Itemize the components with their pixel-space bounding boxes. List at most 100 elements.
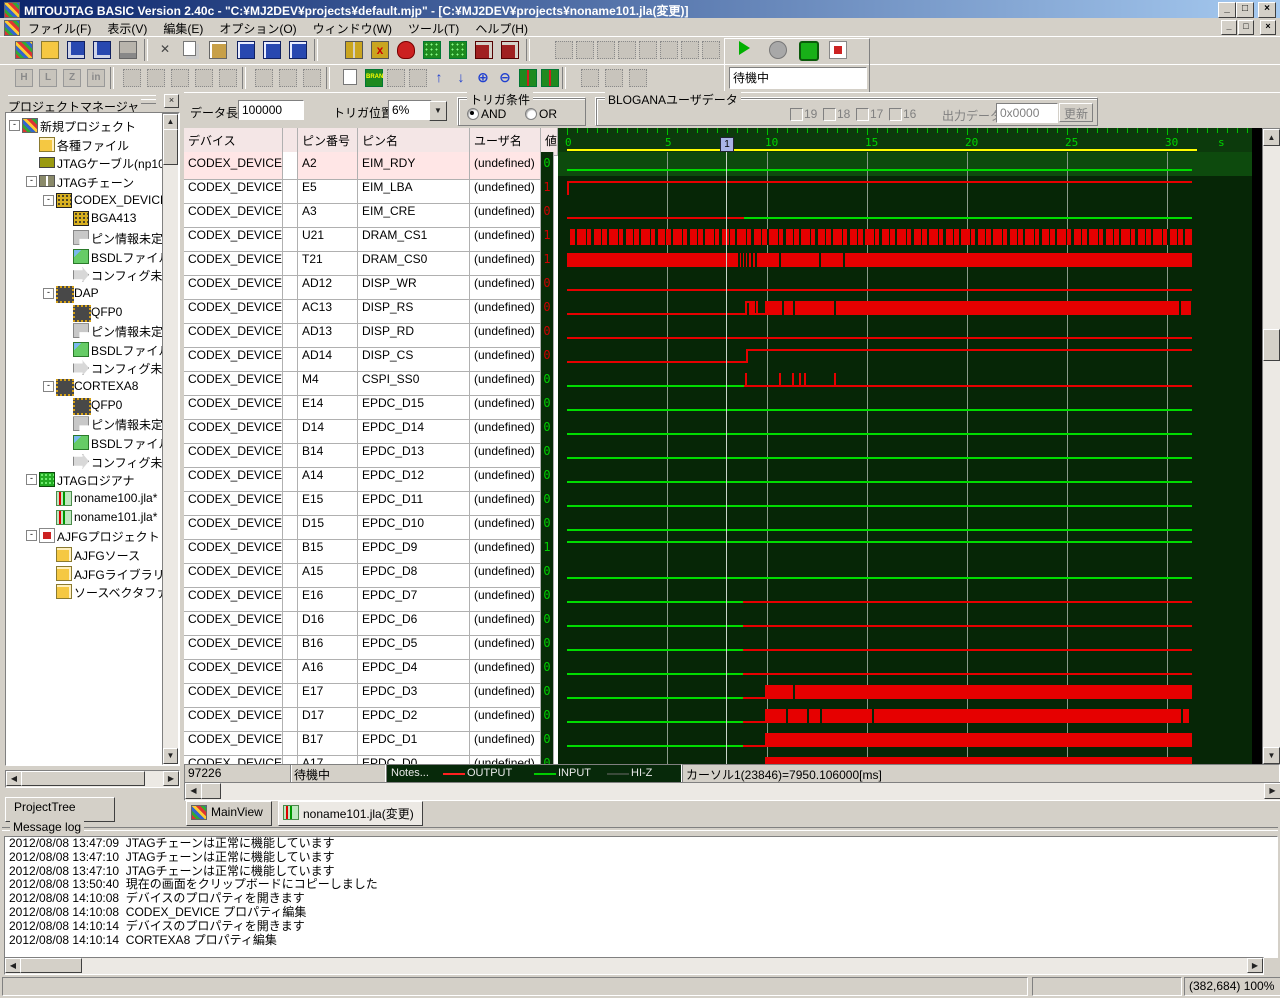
save-file-button[interactable] [64, 38, 88, 62]
output-data-input[interactable]: 0x0000 [996, 103, 1058, 123]
tree-expand-icon[interactable]: - [26, 530, 37, 542]
tree-item-label[interactable]: CORTEXA8 [74, 379, 138, 393]
tree-expand-icon[interactable]: - [43, 381, 54, 393]
tree-item[interactable]: BSDLファイル参照 [6, 340, 179, 358]
wave-hscroll-thumb[interactable] [201, 783, 221, 799]
new-waveform-button[interactable] [340, 66, 364, 90]
blogana-bit-16-checkbox[interactable] [889, 108, 902, 121]
add-connection-button[interactable] [472, 38, 496, 62]
tree-item-label[interactable]: JTAGチェーン [57, 174, 134, 191]
tree-scroll-left-icon[interactable]: ◀ [6, 771, 22, 786]
zoom-out-button[interactable]: ⊖ [494, 66, 518, 90]
tree-item[interactable]: AJFGライブラリファイル [6, 564, 179, 582]
tree-item-label[interactable]: AJFGプロジェクト [57, 528, 160, 545]
pen2-disabled-button[interactable] [602, 66, 626, 90]
tab-projecttree[interactable]: ProjectTree [5, 797, 115, 822]
expand-wave-button[interactable] [516, 66, 540, 90]
tile-windows-button[interactable] [260, 38, 284, 62]
tree-item-label[interactable]: noname100.jla* [74, 491, 157, 505]
save-as-button[interactable] [90, 38, 114, 62]
pen1-disabled-button[interactable] [578, 66, 602, 90]
tree-item[interactable]: BSDLファイル参照 [6, 247, 179, 265]
tree-expand-icon[interactable]: - [43, 287, 54, 299]
menu-o[interactable]: オプション(O) [211, 18, 304, 36]
tree-item[interactable]: noname101.jla* [6, 508, 179, 526]
level-z-disabled-button[interactable]: Z [60, 66, 84, 90]
restore-button[interactable]: □ [1236, 2, 1254, 18]
or-radio[interactable] [525, 108, 537, 120]
level-h-disabled-button[interactable]: H [12, 66, 36, 90]
tree-expand-icon[interactable]: - [9, 120, 20, 131]
tab-mainview[interactable]: MainView [186, 801, 272, 826]
tree-item-label[interactable]: 新規プロジェクト [40, 118, 136, 135]
tree-scroll-thumb[interactable] [163, 129, 178, 165]
sheet-disabled-button[interactable] [192, 66, 216, 90]
tree-vscrollbar[interactable]: ▲ ▼ [162, 113, 179, 765]
wave-hscrollbar[interactable]: ◀ ▶ [184, 782, 1280, 801]
wave-vscrollbar[interactable]: ▲ ▼ [1262, 128, 1280, 766]
tree-item-label[interactable]: BGA413 [91, 211, 136, 225]
print-button[interactable] [116, 38, 140, 62]
tree-item[interactable]: - CORTEXA8 [6, 377, 179, 397]
tree-item-label[interactable]: noname101.jla* [74, 510, 157, 524]
tree-hscroll-thumb[interactable] [21, 771, 145, 786]
tree-item[interactable]: ソースベクタファイル [6, 582, 179, 600]
marker-button[interactable] [406, 66, 430, 90]
trigger-pos-dropdown-icon[interactable]: ▼ [429, 101, 447, 121]
jtag-chain-button[interactable] [342, 38, 366, 62]
tree-item[interactable]: JTAGケーブル(np1010) [6, 153, 179, 171]
tree-scroll-right-icon[interactable]: ▶ [163, 771, 179, 786]
jtag-reset-button[interactable] [394, 38, 418, 62]
tree-expand-icon[interactable]: - [26, 175, 37, 187]
log-hscrollbar[interactable]: ◀ ▶ [4, 957, 1264, 975]
trigger-pos-select[interactable]: 6% [388, 100, 432, 120]
tree-item[interactable]: - DAP [6, 284, 179, 303]
menu-v[interactable]: 表示(V) [99, 18, 155, 36]
data-length-input[interactable]: 100000 [238, 100, 304, 120]
blogana-bit-18-checkbox[interactable] [823, 108, 836, 121]
new-project-button[interactable] [12, 38, 36, 62]
level-in-disabled-button[interactable]: in [84, 66, 108, 90]
split-window-button[interactable] [286, 38, 310, 62]
tree-item[interactable]: - JTAGロジアナ [6, 470, 179, 488]
device-scan-green-button[interactable] [420, 38, 444, 62]
tree-expand-icon[interactable]: - [43, 194, 54, 206]
device-view-green-button[interactable] [446, 38, 470, 62]
tree-item[interactable]: noname100.jla* [6, 489, 179, 507]
tree-item-label[interactable]: CODEX_DEVICE [74, 193, 168, 207]
list-disabled-button[interactable] [252, 66, 276, 90]
bran-analyze-button[interactable]: BRAN [362, 66, 386, 90]
block-disabled-button[interactable] [276, 66, 300, 90]
paste-button[interactable] [206, 38, 230, 62]
jtag-disconnect-button[interactable]: x [368, 38, 392, 62]
pen3-disabled-button[interactable] [626, 66, 650, 90]
tree-item[interactable]: BSDLファイル参照 [6, 433, 179, 451]
tree-item[interactable]: コンフィグ未設定 [6, 452, 179, 470]
tree-item[interactable]: BGA413 [6, 209, 179, 227]
panel-close-icon[interactable]: × [164, 94, 179, 108]
mdi-restore-button[interactable]: □ [1238, 20, 1254, 35]
tree-item-label[interactable]: QFP0 [91, 305, 122, 319]
open-file-button[interactable] [38, 38, 62, 62]
tree-item[interactable]: - 新規プロジェクト [6, 116, 179, 134]
wave-scroll-right-icon[interactable]: ▶ [1264, 783, 1280, 799]
cascade-windows-button[interactable] [234, 38, 258, 62]
mdi-close-button[interactable]: × [1260, 20, 1276, 35]
close-button[interactable]: × [1258, 2, 1276, 18]
tree-item[interactable]: - AJFGプロジェクト [6, 526, 179, 544]
level-l-disabled-button[interactable]: L [36, 66, 60, 90]
log-scroll-right-icon[interactable]: ▶ [1247, 958, 1263, 973]
step2-disabled-button[interactable] [168, 66, 192, 90]
compress-wave-button[interactable] [538, 66, 562, 90]
copy-button[interactable] [180, 38, 204, 62]
tree-item[interactable]: コンフィグ未設定 [6, 265, 179, 283]
tree-item[interactable]: 各種ファイル [6, 135, 179, 153]
menu-w[interactable]: ウィンドウ(W) [305, 18, 400, 36]
waveform-view[interactable]: 0 5 10 15 20 25 30 s 1 [558, 128, 1252, 764]
tree-item[interactable]: AJFGソース [6, 545, 179, 563]
cursor-line[interactable] [726, 150, 727, 764]
log-hscroll-thumb[interactable] [20, 958, 82, 973]
device-8-disabled-button[interactable] [699, 38, 723, 62]
menu-e[interactable]: 編集(E) [155, 18, 211, 36]
zoom-in-button[interactable]: ⊕ [472, 66, 496, 90]
